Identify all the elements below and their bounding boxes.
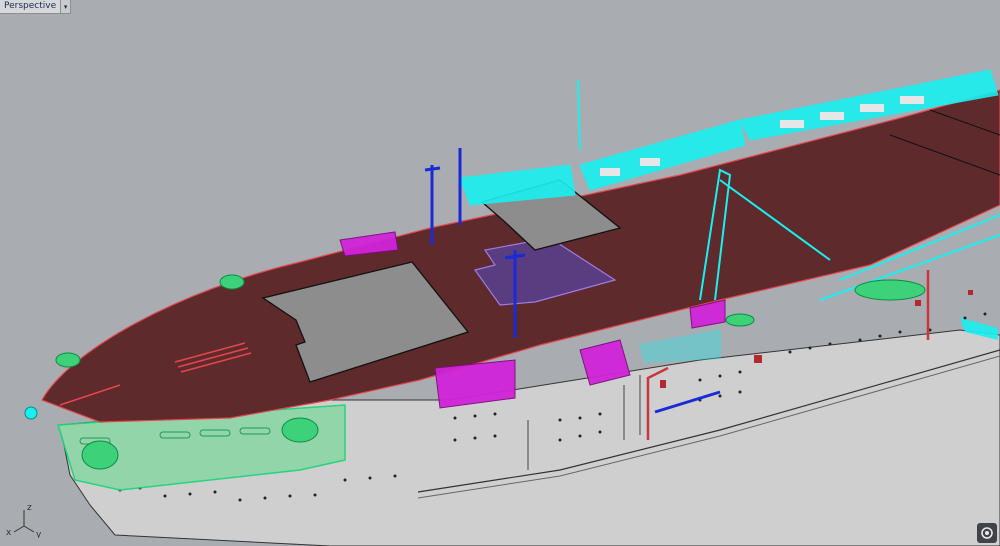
axis-z-label: z — [27, 503, 32, 513]
chevron-down-icon[interactable]: ▾ — [60, 0, 71, 13]
navigation-wheel-button[interactable] — [977, 523, 997, 543]
perspective-viewport[interactable]: Perspective ▾ z x y — [0, 0, 1000, 546]
bow-fairlead[interactable] — [24, 406, 38, 420]
axis-widget: z x y — [6, 503, 42, 538]
axis-x-label: x — [6, 528, 12, 538]
navigation-wheel-icon — [981, 527, 993, 539]
ship-model-scene[interactable] — [0, 0, 1000, 546]
axis-y-label: y — [36, 530, 42, 538]
viewport-title-tab[interactable]: Perspective ▾ — [0, 0, 72, 14]
viewport-title[interactable]: Perspective — [0, 0, 60, 13]
